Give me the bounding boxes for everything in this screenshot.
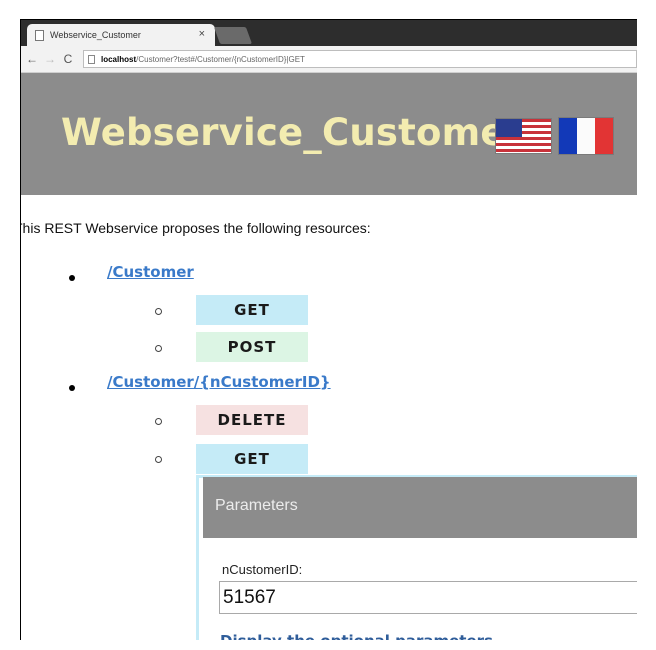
- tab-bar: Webservice_Customer ×: [21, 20, 637, 46]
- close-icon[interactable]: ×: [199, 28, 205, 40]
- optional-parameters-link[interactable]: Display the optional parameters: [220, 632, 493, 640]
- reload-icon[interactable]: C: [59, 52, 77, 66]
- browser-tab[interactable]: Webservice_Customer ×: [27, 24, 215, 46]
- customer-id-input[interactable]: 51567: [219, 581, 637, 614]
- page-header: Webservice_Customer: [21, 73, 637, 195]
- resource-link-customer-id[interactable]: /Customer/{nCustomerID}: [107, 373, 331, 391]
- url-input[interactable]: localhost /Customer?test#/Customer/{nCus…: [83, 50, 637, 68]
- parameters-title: Parameters: [215, 497, 298, 514]
- customer-id-label: nCustomerID:: [222, 562, 303, 577]
- us-flag-icon[interactable]: [495, 118, 552, 154]
- france-flag-white: [577, 118, 595, 154]
- page-icon: [35, 29, 44, 41]
- customer-get-button[interactable]: GET: [196, 295, 308, 325]
- france-flag-red: [595, 118, 613, 154]
- forward-arrow-icon[interactable]: →: [41, 52, 59, 66]
- list-bullet: [69, 275, 75, 281]
- sublist-bullet: [155, 456, 162, 463]
- france-flag-blue: [559, 118, 577, 154]
- sublist-bullet: [155, 418, 162, 425]
- address-bar: ← → C localhost /Customer?test#/Customer…: [21, 46, 637, 73]
- customer-id-get-button[interactable]: GET: [196, 444, 308, 474]
- customer-post-button[interactable]: POST: [196, 332, 308, 362]
- intro-text: This REST Webservice proposes the follow…: [20, 220, 371, 236]
- page-title: Webservice_Customer: [61, 111, 525, 154]
- sublist-bullet: [155, 345, 162, 352]
- customer-id-delete-button[interactable]: DELETE: [196, 405, 308, 435]
- france-flag-icon[interactable]: [558, 117, 614, 155]
- tab-title: Webservice_Customer: [50, 30, 141, 40]
- browser-window: Webservice_Customer × ← → C localhost /C…: [20, 19, 637, 640]
- parameters-panel-header: Parameters: [203, 477, 637, 538]
- page-icon: [88, 54, 95, 64]
- list-bullet: [69, 385, 75, 391]
- url-path: /Customer?test#/Customer/{nCustomerID}|G…: [136, 54, 305, 64]
- url-host: localhost: [101, 54, 137, 64]
- resource-link-customer[interactable]: /Customer: [107, 263, 194, 281]
- new-tab-button[interactable]: [213, 27, 253, 44]
- back-arrow-icon[interactable]: ←: [23, 52, 41, 66]
- sublist-bullet: [155, 308, 162, 315]
- us-flag-canton: [496, 119, 522, 137]
